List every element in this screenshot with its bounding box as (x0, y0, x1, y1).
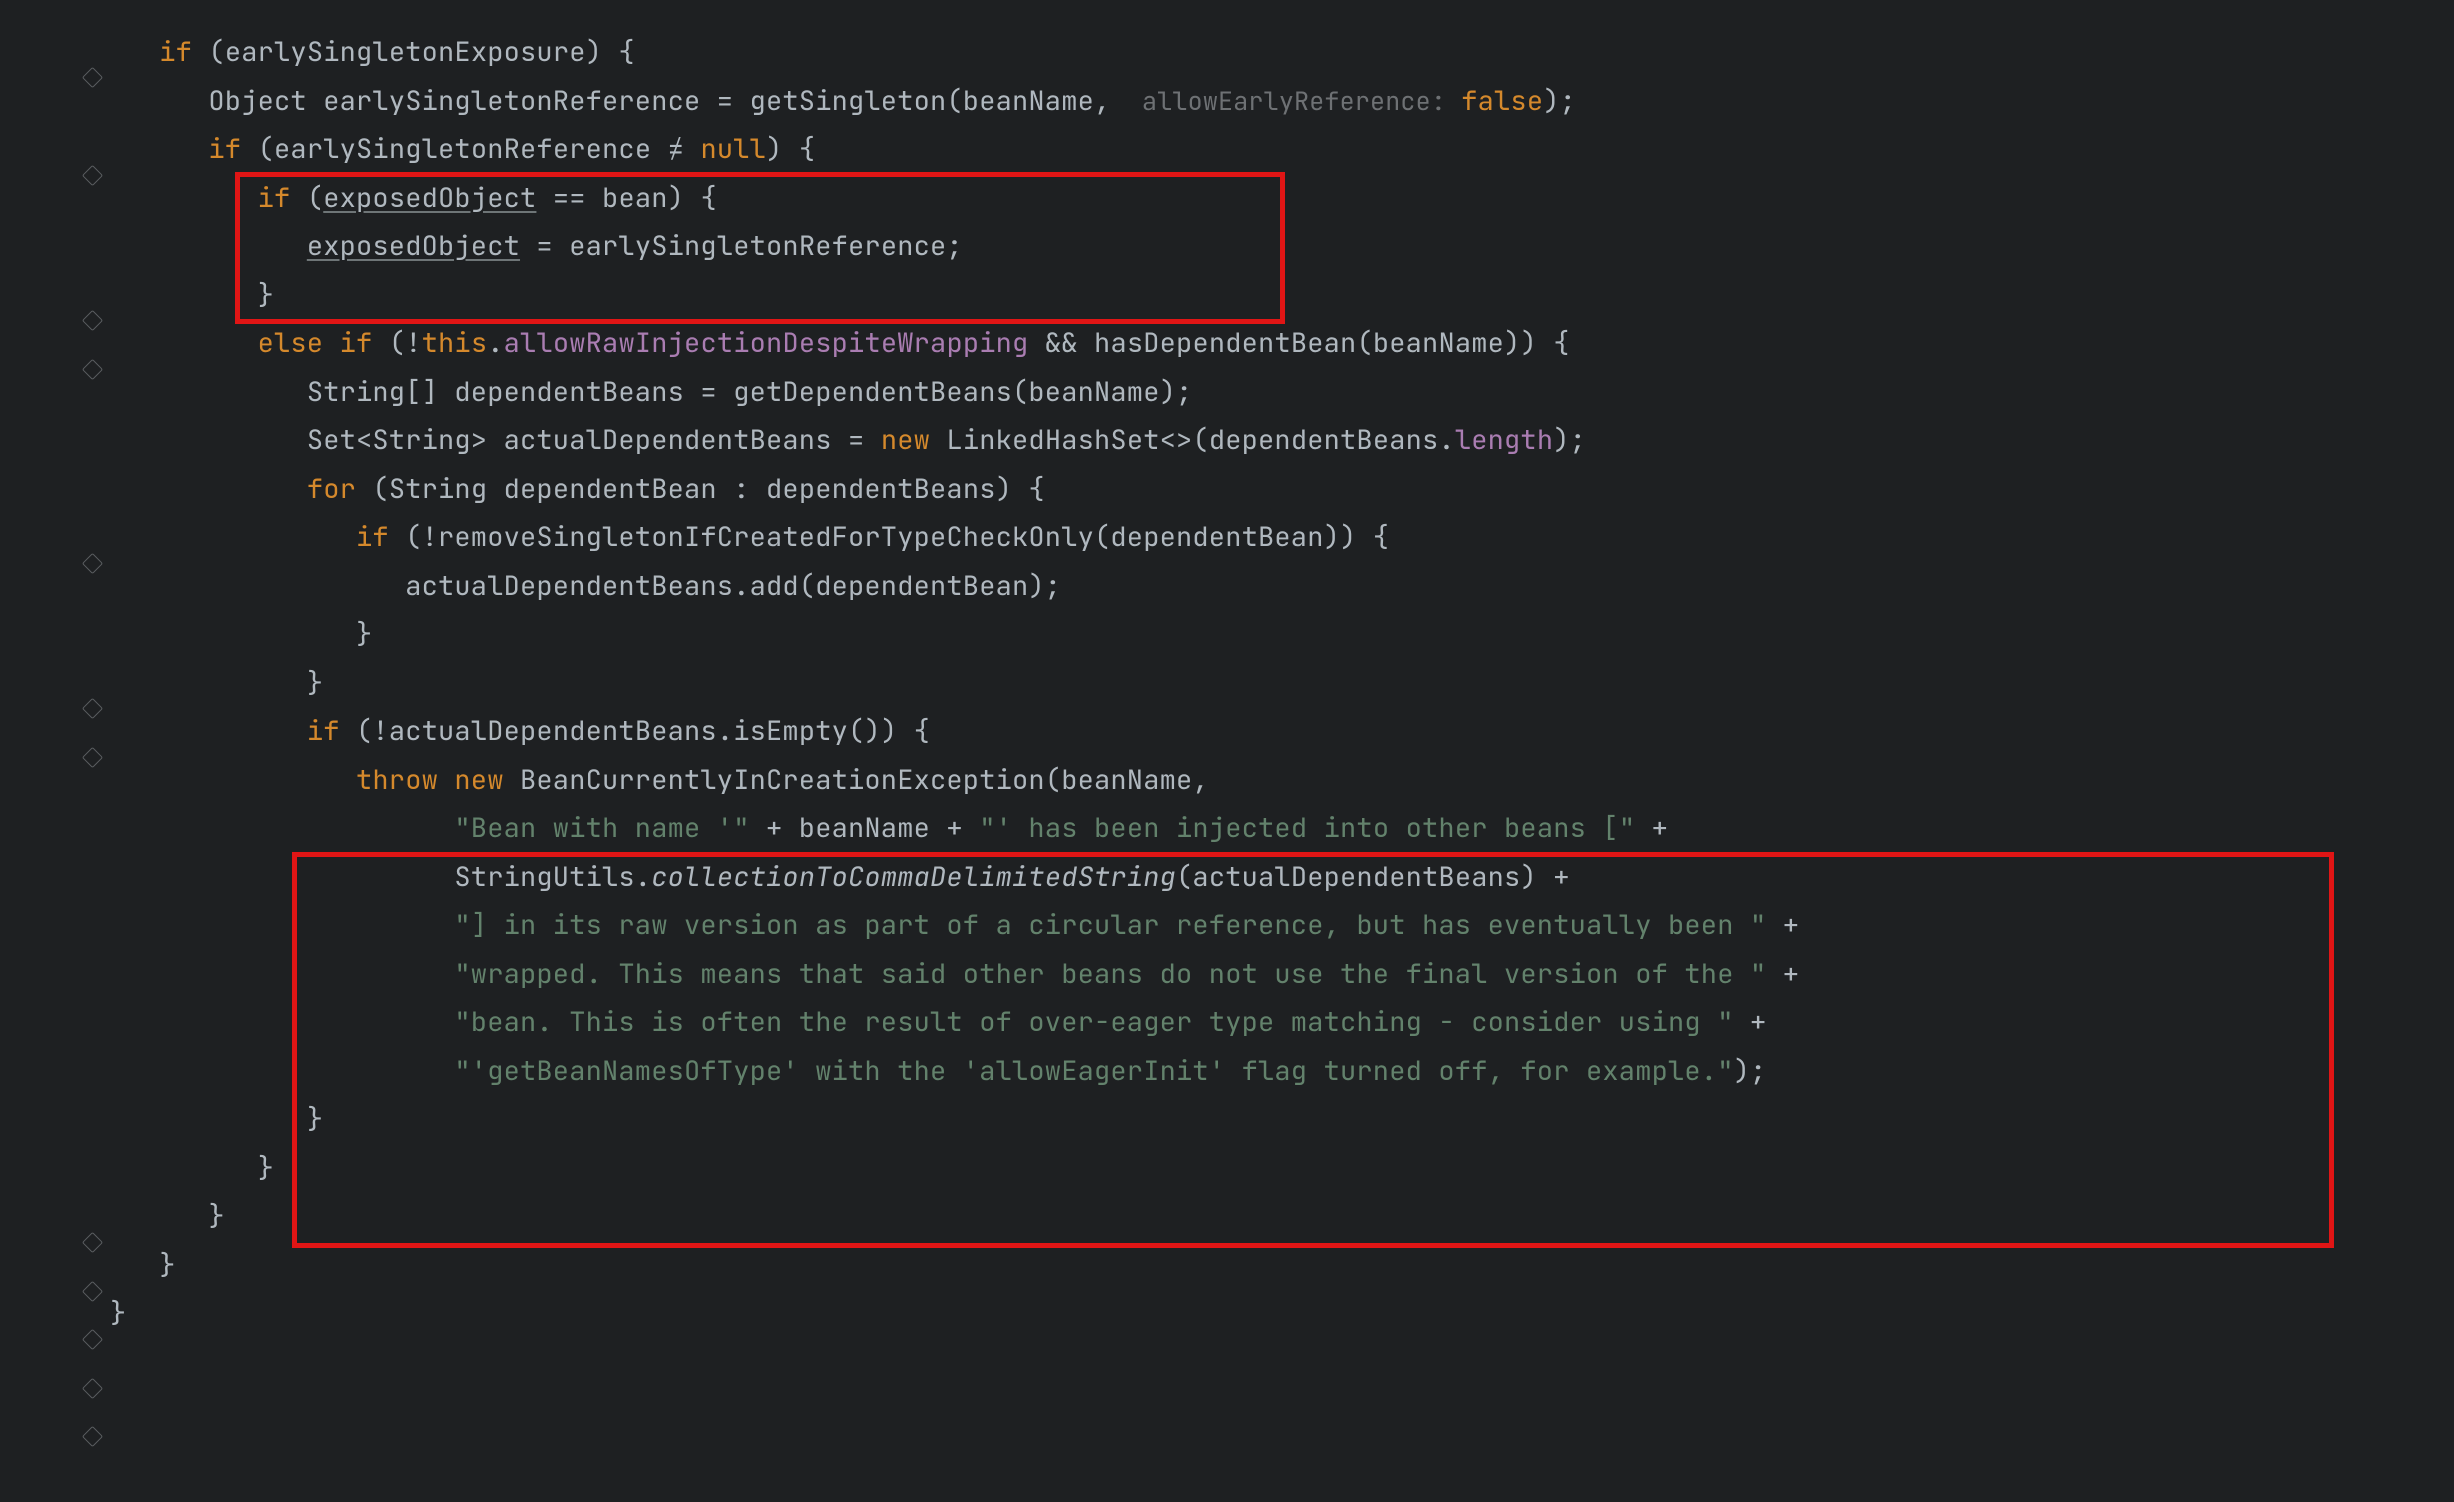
code-editor: if (earlySingletonExposure) { Object ear… (0, 0, 2454, 1502)
keyword-if: if (159, 34, 192, 70)
code-line: } (110, 610, 2454, 659)
code-line: "bean. This is often the result of over-… (110, 998, 2454, 1047)
code-line: Object earlySingletonReference = getSing… (110, 77, 2454, 126)
code-line: throw new BeanCurrentlyInCreationExcepti… (110, 756, 2454, 805)
code-line: "'getBeanNamesOfType' with the 'allowEag… (110, 1047, 2454, 1096)
code-line: String[] dependentBeans = getDependentBe… (110, 368, 2454, 417)
inlay-hint: allowEarlyReference: (1127, 84, 1461, 118)
code-line: if (!actualDependentBeans.isEmpty()) { (110, 707, 2454, 756)
code-line: "Bean with name '" + beanName + "' has b… (110, 804, 2454, 853)
code-line: "] in its raw version as part of a circu… (110, 901, 2454, 950)
code-line: "wrapped. This means that said other bea… (110, 950, 2454, 999)
code-line: } (110, 1095, 2454, 1144)
code-line: } (110, 1144, 2454, 1193)
code-content[interactable]: if (earlySingletonExposure) { Object ear… (100, 28, 2454, 1502)
code-line: } (110, 271, 2454, 320)
code-line: exposedObject = earlySingletonReference; (110, 222, 2454, 271)
code-line: actualDependentBeans.add(dependentBean); (110, 562, 2454, 611)
code-line: } (110, 1241, 2454, 1290)
code-line: Set<String> actualDependentBeans = new L… (110, 416, 2454, 465)
gutter (0, 28, 100, 1502)
code-line: else if (!this.allowRawInjectionDespiteW… (110, 319, 2454, 368)
variable-exposedObject: exposedObject (307, 228, 520, 264)
field-allowRawInjection: allowRawInjectionDespiteWrapping (504, 325, 1029, 361)
code-line: if (exposedObject == bean) { (110, 174, 2454, 223)
code-line: } (110, 659, 2454, 708)
code-line: if (earlySingletonExposure) { (110, 28, 2454, 77)
code-line: if (earlySingletonReference ≠ null) { (110, 125, 2454, 174)
variable-exposedObject: exposedObject (323, 180, 536, 216)
code-line: if (!removeSingletonIfCreatedForTypeChec… (110, 513, 2454, 562)
code-line: StringUtils.collectionToCommaDelimitedSt… (110, 853, 2454, 902)
code-line: for (String dependentBean : dependentBea… (110, 465, 2454, 514)
code-line: } (110, 1289, 2454, 1338)
static-method-call: collectionToCommaDelimitedString (651, 859, 1176, 895)
code-line: } (110, 1192, 2454, 1241)
